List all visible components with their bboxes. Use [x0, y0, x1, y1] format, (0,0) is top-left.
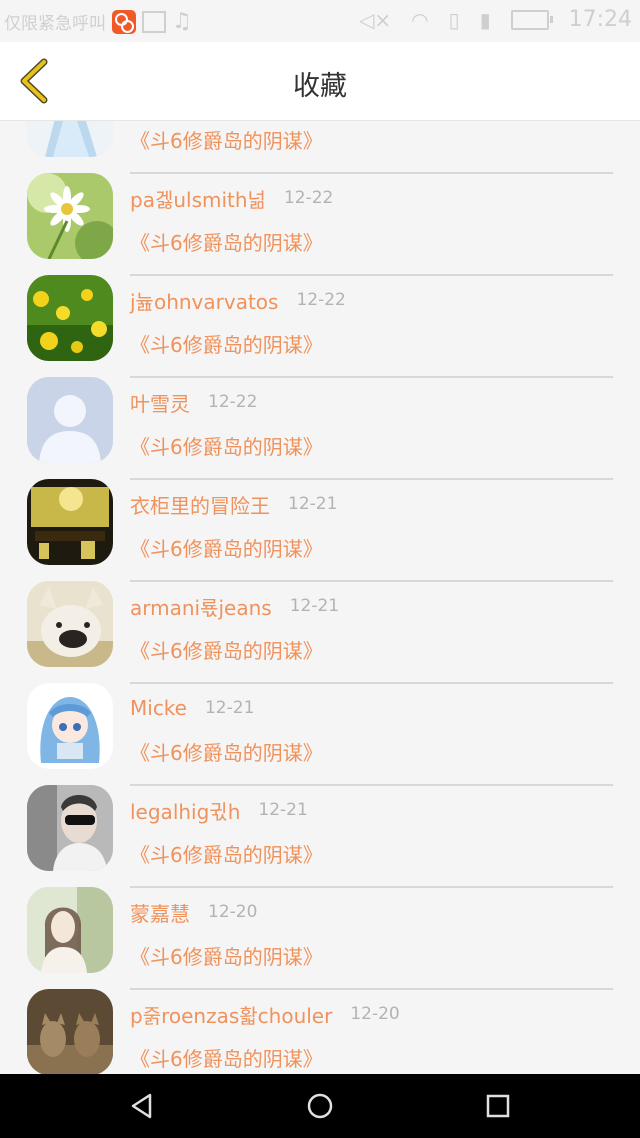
- user-name: 叶雪灵: [130, 391, 190, 416]
- date: 12-20: [350, 1004, 400, 1024]
- system-back-button[interactable]: [126, 1090, 158, 1122]
- book-title: 《斗6修爵岛的阴谋》: [130, 843, 323, 867]
- list-item[interactable]: p줅roenzas홟chouler 12-20 《斗6修爵岛的阴谋》: [0, 971, 640, 1074]
- book-title: 《斗6修爵岛的阴谋》: [130, 537, 323, 561]
- date: 12-22: [296, 290, 346, 310]
- date: 12-22: [208, 392, 258, 412]
- user-name: Micke: [130, 696, 187, 720]
- sim-icon: ▯: [448, 7, 460, 32]
- name-line: pa겛ulsmith넒 12-22: [130, 183, 333, 213]
- circle-home-icon: [307, 1093, 333, 1119]
- user-name: j늂ohnvarvatos: [130, 289, 279, 314]
- name-line: 衣柜里的冒险王 12-21: [130, 489, 337, 519]
- name-line: Micke 12-21: [130, 693, 254, 723]
- avatar: [27, 377, 113, 463]
- list-item[interactable]: pa겛ulsmith넒 12-22 《斗6修爵岛的阴谋》: [0, 155, 640, 276]
- list-item[interactable]: 衣柜里的冒险王 12-21 《斗6修爵岛的阴谋》: [0, 461, 640, 582]
- user-name: p줅roenzas홟chouler: [130, 1003, 333, 1028]
- book-title: 《斗6修爵岛的阴谋》: [130, 333, 323, 357]
- avatar: [27, 785, 113, 871]
- user-name: 蒙嘉慧: [130, 901, 190, 926]
- wifi-icon: ◠: [411, 7, 429, 32]
- name-line: legalhig귃h 12-21: [130, 795, 308, 825]
- date: 12-21: [204, 698, 255, 718]
- list-item[interactable]: 蒙嘉慧 12-20 《斗6修爵岛的阴谋》: [0, 869, 640, 990]
- carrier-text: 仅限紧急呼叫: [4, 14, 106, 34]
- name-line: 叶雪灵 12-22: [130, 387, 257, 417]
- avatar: [27, 121, 113, 157]
- user-name: legalhig귃h: [130, 799, 241, 824]
- book-title: 《斗6修爵岛的阴谋》: [130, 435, 323, 459]
- avatar: [27, 683, 113, 769]
- square-recents-icon: [486, 1094, 510, 1118]
- list-item[interactable]: Micke 12-21 《斗6修爵岛的阴谋》: [0, 665, 640, 786]
- list-item[interactable]: 《斗6修爵岛的阴谋》: [0, 121, 640, 174]
- battery-icon: [510, 9, 553, 30]
- list-item[interactable]: armani룏jeans 12-21 《斗6修爵岛的阴谋》: [0, 563, 640, 684]
- avatar: [27, 887, 113, 973]
- list-item[interactable]: legalhig귃h 12-21 《斗6修爵岛的阴谋》: [0, 767, 640, 888]
- image-notification-icon: [142, 10, 166, 33]
- favorites-list: 《斗6修爵岛的阴谋》 pa겛ulsmith넒 12-22 《斗6修爵岛的阴谋》 …: [0, 121, 640, 1074]
- book-title: 《斗6修爵岛的阴谋》: [130, 129, 323, 153]
- avatar: [27, 989, 113, 1074]
- name-line: 蒙嘉慧 12-20: [130, 897, 257, 927]
- name-line: p줅roenzas홟chouler 12-20: [130, 999, 400, 1029]
- header-bar: 收藏: [0, 42, 640, 121]
- avatar: [27, 275, 113, 361]
- list-item[interactable]: 叶雪灵 12-22 《斗6修爵岛的阴谋》: [0, 359, 640, 480]
- date: 12-21: [289, 596, 340, 616]
- app-notification-icon: [112, 9, 136, 34]
- user-name: armani룏jeans: [130, 595, 272, 620]
- system-recents-button[interactable]: [482, 1090, 514, 1122]
- date: 12-21: [258, 800, 308, 820]
- book-title: 《斗6修爵岛的阴谋》: [130, 741, 323, 765]
- avatar: [27, 581, 113, 667]
- date: 12-22: [283, 188, 334, 208]
- name-line: armani룏jeans 12-21: [130, 591, 339, 621]
- list-item[interactable]: j늂ohnvarvatos 12-22 《斗6修爵岛的阴谋》: [0, 257, 640, 378]
- system-home-button[interactable]: [304, 1090, 336, 1122]
- book-title: 《斗6修爵岛的阴谋》: [130, 1047, 323, 1071]
- user-name: pa겛ulsmith넒: [130, 187, 266, 212]
- triangle-back-icon: [131, 1093, 152, 1119]
- date: 12-21: [288, 494, 338, 514]
- book-title: 《斗6修爵岛的阴谋》: [130, 231, 323, 255]
- music-notification-icon: ♫: [172, 9, 192, 34]
- book-title: 《斗6修爵岛的阴谋》: [130, 945, 323, 969]
- status-bar: 仅限紧急呼叫 ♫ ◁× ◠ ▯ ▮ 17:24: [0, 0, 640, 42]
- system-navigation-bar: [0, 1074, 640, 1138]
- page-title: 收藏: [293, 71, 347, 102]
- status-time: 17:24: [568, 7, 632, 32]
- book-title: 《斗6修爵岛的阴谋》: [130, 639, 323, 663]
- date: 12-20: [208, 902, 258, 922]
- status-left: 仅限紧急呼叫 ♫: [4, 9, 192, 34]
- avatar: [27, 173, 113, 259]
- avatar: [27, 479, 113, 565]
- user-name: 衣柜里的冒险王: [130, 493, 270, 518]
- name-line: j늂ohnvarvatos 12-22: [130, 285, 346, 315]
- volume-muted-icon: ◁×: [358, 7, 392, 32]
- signal-icon: ▮: [479, 7, 491, 32]
- status-right: ◁× ◠ ▯ ▮ 17:24: [359, 7, 632, 32]
